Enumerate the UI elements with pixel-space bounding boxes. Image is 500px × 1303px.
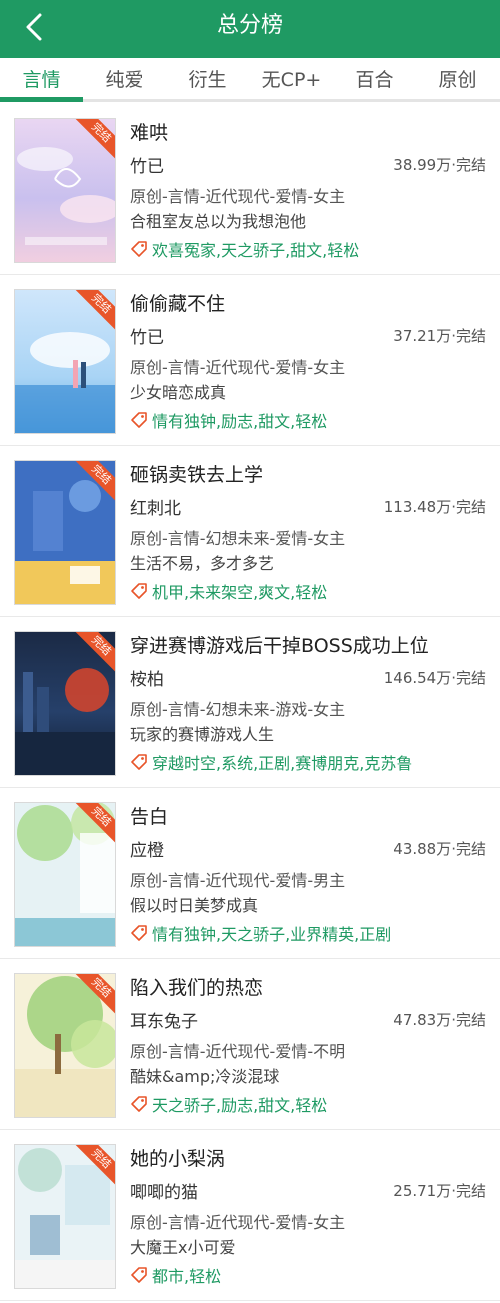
book-title[interactable]: 告白 (130, 802, 490, 829)
book-list-item[interactable]: 完结 难哄 竹已 38.99万·完结 原创-言情-近代现代-爱情-女主 合租室友… (0, 104, 500, 275)
book-cover[interactable]: 完结 (14, 1144, 116, 1289)
word-count-status: 37.21万·完结 (393, 327, 486, 345)
book-list-item[interactable]: 完结 穿进赛博游戏后干掉BOSS成功上位 桉柏 146.54万·完结 原创-言情… (0, 617, 500, 788)
book-tagline: 大魔王x小可爱 (130, 1238, 236, 1257)
book-author[interactable]: 应橙 (130, 836, 164, 861)
book-title[interactable]: 偷偷藏不住 (130, 289, 490, 316)
tag-icon (131, 583, 147, 599)
tag-icon (131, 412, 147, 428)
book-category: 原创-言情-近代现代-爱情-男主 (130, 871, 346, 890)
book-title[interactable]: 穿进赛博游戏后干掉BOSS成功上位 (130, 631, 490, 658)
book-list: 完结 难哄 竹已 38.99万·完结 原创-言情-近代现代-爱情-女主 合租室友… (0, 104, 500, 1301)
tag-list[interactable]: 欢喜冤家,天之骄子,甜文,轻松 (152, 237, 359, 261)
word-count-status: 47.83万·完结 (393, 1011, 486, 1029)
book-title[interactable]: 她的小梨涡 (130, 1144, 490, 1171)
word-count-status: 38.99万·完结 (393, 156, 486, 174)
tab-yansheng[interactable]: 衍生 (166, 58, 249, 102)
tag-list[interactable]: 都市,轻松 (152, 1263, 221, 1287)
book-author[interactable]: 桉柏 (130, 665, 164, 690)
book-tags: 情有独钟,天之骄子,业界精英,正剧 (130, 922, 391, 944)
tag-icon (131, 1267, 147, 1283)
book-category: 原创-言情-近代现代-爱情-女主 (130, 187, 346, 206)
category-tabs: 言情 纯爱 衍生 无CP+ 百合 原创 (0, 58, 500, 104)
book-cover[interactable]: 完结 (14, 460, 116, 605)
book-title[interactable]: 砸锅卖铁去上学 (130, 460, 490, 487)
book-tagline: 生活不易，多才多艺 (130, 554, 275, 573)
tag-icon (131, 241, 147, 257)
tag-icon (131, 754, 147, 770)
book-title[interactable]: 陷入我们的热恋 (130, 973, 490, 1000)
book-title[interactable]: 难哄 (130, 118, 490, 145)
tag-icon (131, 1096, 147, 1112)
book-tags: 天之骄子,励志,甜文,轻松 (130, 1093, 327, 1115)
book-list-item[interactable]: 完结 告白 应橙 43.88万·完结 原创-言情-近代现代-爱情-男主 假以时日… (0, 788, 500, 959)
book-tagline: 酷妹&amp;冷淡混球 (130, 1067, 280, 1086)
book-category: 原创-言情-近代现代-爱情-女主 (130, 1213, 346, 1232)
book-author[interactable]: 唧唧的猫 (130, 1178, 198, 1203)
page-title: 总分榜 (216, 13, 283, 38)
tab-wucp[interactable]: 无CP+ (250, 58, 333, 102)
tag-list[interactable]: 穿越时空,系统,正剧,赛博朋克,克苏鲁 (152, 750, 412, 774)
book-cover[interactable]: 完结 (14, 802, 116, 947)
tab-chunai[interactable]: 纯爱 (83, 58, 166, 102)
tab-baihe[interactable]: 百合 (333, 58, 416, 102)
tab-yuanchuang[interactable]: 原创 (416, 58, 499, 102)
book-cover[interactable]: 完结 (14, 118, 116, 263)
book-author[interactable]: 红刺北 (130, 494, 181, 519)
book-tagline: 假以时日美梦成真 (130, 896, 259, 915)
book-author[interactable]: 竹已 (130, 152, 164, 177)
book-cover[interactable]: 完结 (14, 289, 116, 434)
book-tagline: 合租室友总以为我想泡他 (130, 212, 307, 231)
app-header: 总分榜 (0, 0, 500, 58)
book-category: 原创-言情-幻想未来-游戏-女主 (130, 700, 346, 719)
book-category: 原创-言情-幻想未来-爱情-女主 (130, 529, 346, 548)
tag-list[interactable]: 情有独钟,天之骄子,业界精英,正剧 (152, 921, 391, 945)
book-author[interactable]: 竹已 (130, 323, 164, 348)
book-category: 原创-言情-近代现代-爱情-不明 (130, 1042, 346, 1061)
tag-list[interactable]: 天之骄子,励志,甜文,轻松 (152, 1092, 327, 1116)
book-list-item[interactable]: 完结 陷入我们的热恋 耳东兔子 47.83万·完结 原创-言情-近代现代-爱情-… (0, 959, 500, 1130)
book-cover[interactable]: 完结 (14, 631, 116, 776)
book-tags: 情有独钟,励志,甜文,轻松 (130, 409, 327, 431)
book-author[interactable]: 耳东兔子 (130, 1007, 198, 1032)
book-tags: 都市,轻松 (130, 1264, 221, 1286)
book-tags: 欢喜冤家,天之骄子,甜文,轻松 (130, 238, 359, 260)
book-list-item[interactable]: 完结 砸锅卖铁去上学 红刺北 113.48万·完结 原创-言情-幻想未来-爱情-… (0, 446, 500, 617)
tag-list[interactable]: 机甲,未来架空,爽文,轻松 (152, 579, 327, 603)
book-list-item[interactable]: 完结 偷偷藏不住 竹已 37.21万·完结 原创-言情-近代现代-爱情-女主 少… (0, 275, 500, 446)
book-tags: 机甲,未来架空,爽文,轻松 (130, 580, 327, 602)
book-tagline: 玩家的赛博游戏人生 (130, 725, 275, 744)
book-tagline: 少女暗恋成真 (130, 383, 227, 402)
tag-list[interactable]: 情有独钟,励志,甜文,轻松 (152, 408, 327, 432)
word-count-status: 113.48万·完结 (383, 498, 486, 516)
word-count-status: 43.88万·完结 (393, 840, 486, 858)
word-count-status: 146.54万·完结 (383, 669, 486, 687)
book-list-item[interactable]: 完结 她的小梨涡 唧唧的猫 25.71万·完结 原创-言情-近代现代-爱情-女主… (0, 1130, 500, 1301)
tab-yanqing[interactable]: 言情 (0, 58, 83, 102)
book-tags: 穿越时空,系统,正剧,赛博朋克,克苏鲁 (130, 751, 412, 773)
book-category: 原创-言情-近代现代-爱情-女主 (130, 358, 346, 377)
tag-icon (131, 925, 147, 941)
book-cover[interactable]: 完结 (14, 973, 116, 1118)
word-count-status: 25.71万·完结 (393, 1182, 486, 1200)
